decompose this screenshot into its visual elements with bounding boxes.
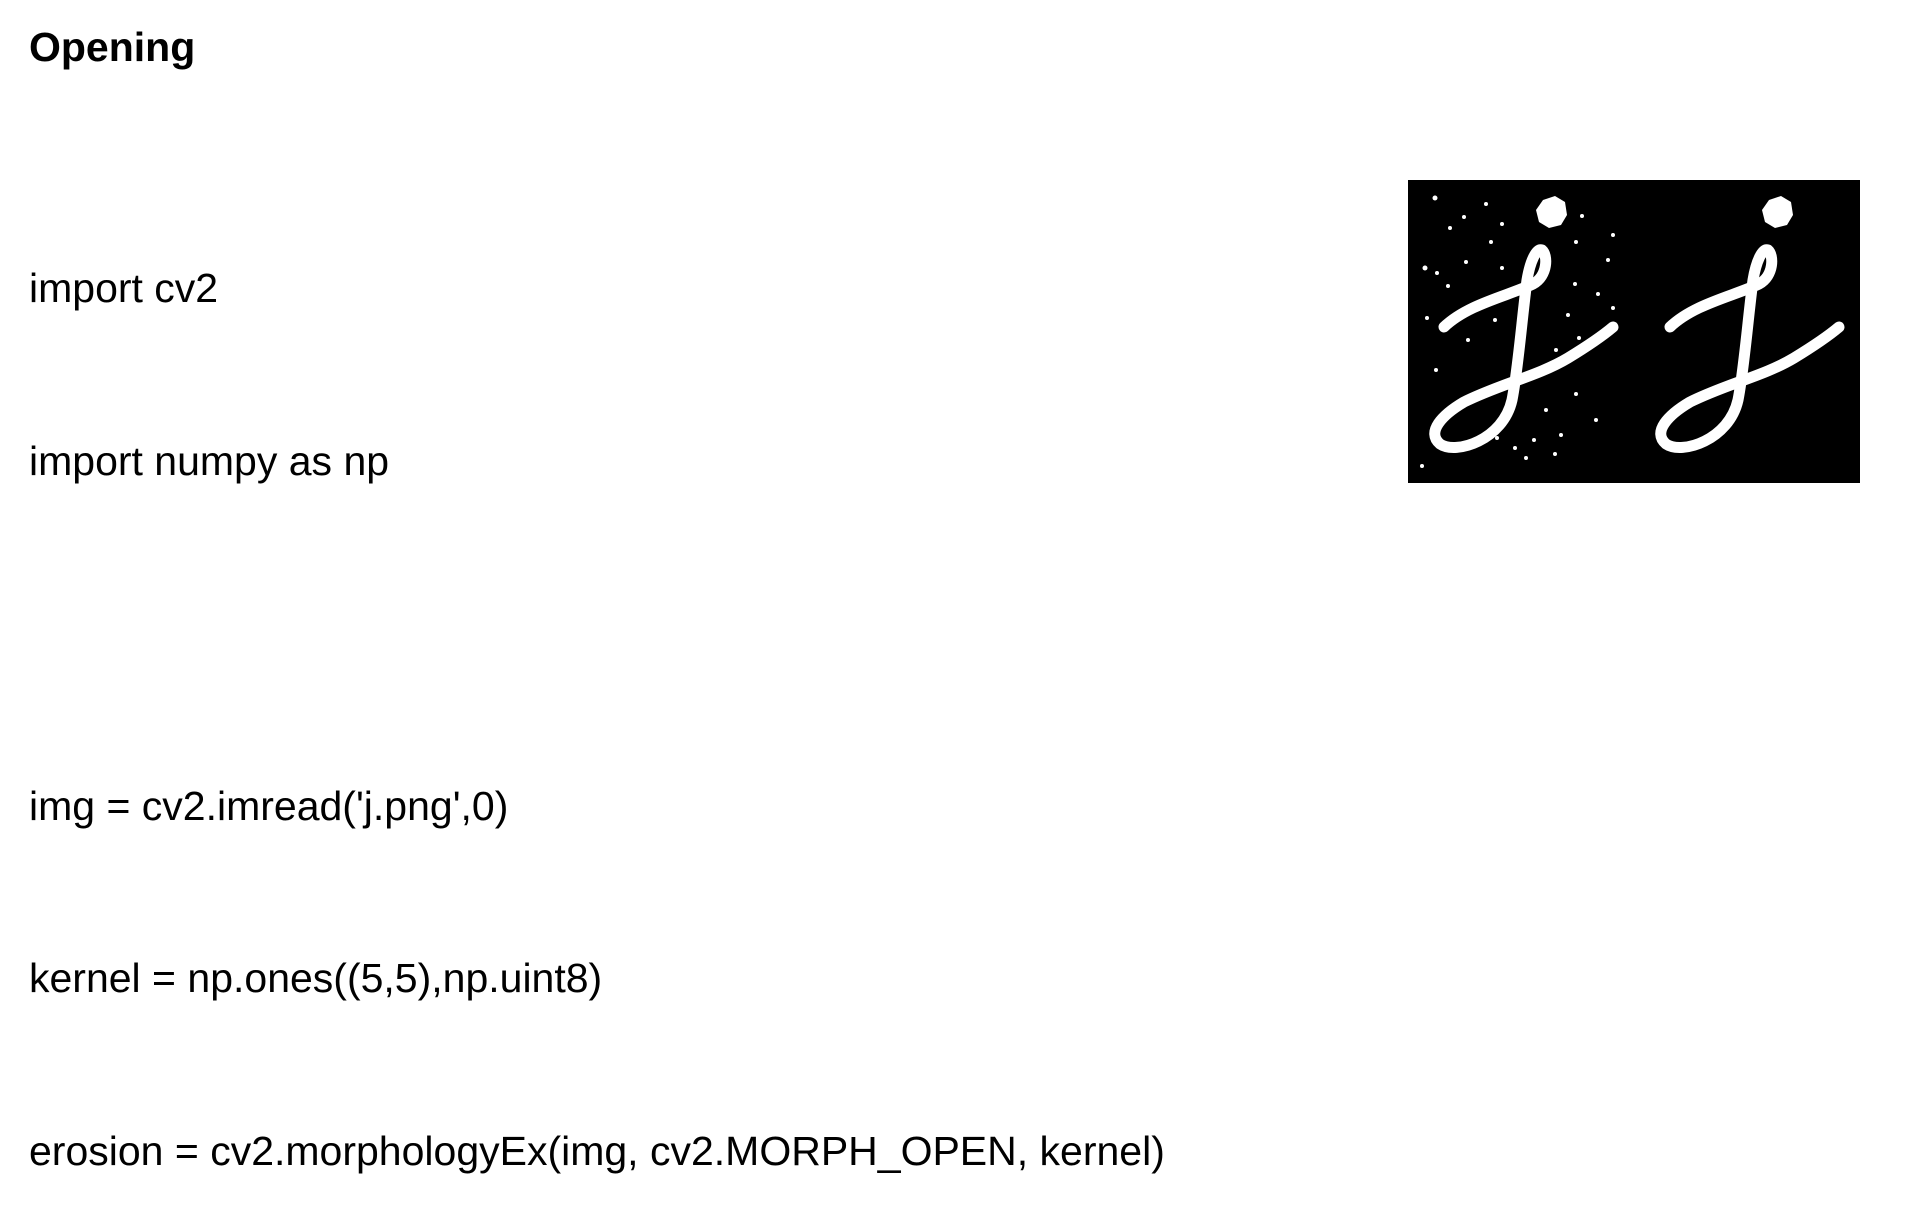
code-block: import cv2 import numpy as np img = cv2.… — [29, 145, 1165, 1228]
code-line-2: import numpy as np — [29, 437, 390, 484]
code-line-1: import cv2 — [29, 265, 219, 311]
slide-title: Opening — [29, 24, 196, 70]
opening-result-image — [1408, 180, 1860, 483]
j-glyph-comparison — [1408, 180, 1860, 483]
code-line-4: img = cv2.imread('j.png',0) — [29, 782, 509, 829]
code-line-6: erosion = cv2.morphologyEx(img, cv2.MORP… — [29, 1127, 1165, 1174]
code-line-5: kernel = np.ones((5,5),np.uint8) — [29, 955, 603, 1001]
